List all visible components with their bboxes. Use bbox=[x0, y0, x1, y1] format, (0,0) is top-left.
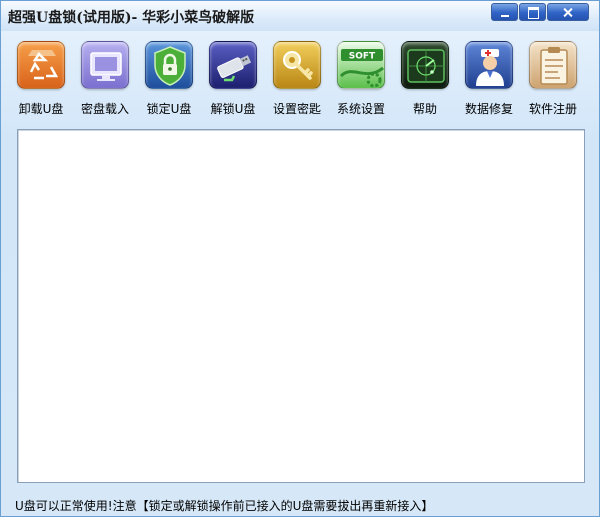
status-text: U盘可以正常使用!注意【锁定或解锁操作前已接入的U盘需要拔出再重新接入】 bbox=[15, 499, 434, 513]
radar-icon bbox=[401, 41, 449, 89]
tool-lock-usb[interactable]: 锁定U盘 bbox=[137, 37, 201, 123]
clipboard-icon bbox=[529, 41, 577, 89]
minimize-button[interactable] bbox=[491, 3, 518, 21]
recycle-icon bbox=[17, 41, 65, 89]
monitor-icon bbox=[81, 41, 129, 89]
soft-gear-icon: SOFT bbox=[337, 41, 385, 89]
tool-set-key[interactable]: 设置密匙 bbox=[265, 37, 329, 123]
window-controls bbox=[490, 3, 589, 21]
svg-text:SOFT: SOFT bbox=[349, 52, 376, 62]
tool-eject-usb[interactable]: 卸载U盘 bbox=[9, 37, 73, 123]
tool-load-secure-disk[interactable]: 密盘载入 bbox=[73, 37, 137, 123]
tool-label: 软件注册 bbox=[528, 102, 577, 116]
shield-lock-icon bbox=[145, 41, 193, 89]
log-display-area[interactable] bbox=[17, 129, 585, 483]
key-icon bbox=[273, 41, 321, 89]
maximize-button[interactable] bbox=[519, 3, 546, 21]
doctor-icon bbox=[465, 41, 513, 89]
tool-unlock-usb[interactable]: 解锁U盘 bbox=[201, 37, 265, 123]
main-window: 超强U盘锁(试用版)- 华彩小菜鸟破解版 卸载U盘 密盘载入 锁定U盘 解锁U盘… bbox=[0, 0, 600, 517]
tool-help[interactable]: 帮助 bbox=[393, 37, 457, 123]
window-title: 超强U盘锁(试用版)- 华彩小菜鸟破解版 bbox=[8, 10, 255, 26]
usb-drive-icon bbox=[209, 41, 257, 89]
tool-software-register[interactable]: 软件注册 bbox=[521, 37, 585, 123]
tool-system-settings[interactable]: SOFT 系统设置 bbox=[329, 37, 393, 123]
toolbar: 卸载U盘 密盘载入 锁定U盘 解锁U盘 设置密匙 SOFT 系统设置 帮助 数据… bbox=[1, 37, 599, 123]
title-bar[interactable]: 超强U盘锁(试用版)- 华彩小菜鸟破解版 bbox=[1, 1, 599, 31]
tool-data-repair[interactable]: 数据修复 bbox=[457, 37, 521, 123]
close-button[interactable] bbox=[547, 3, 589, 21]
